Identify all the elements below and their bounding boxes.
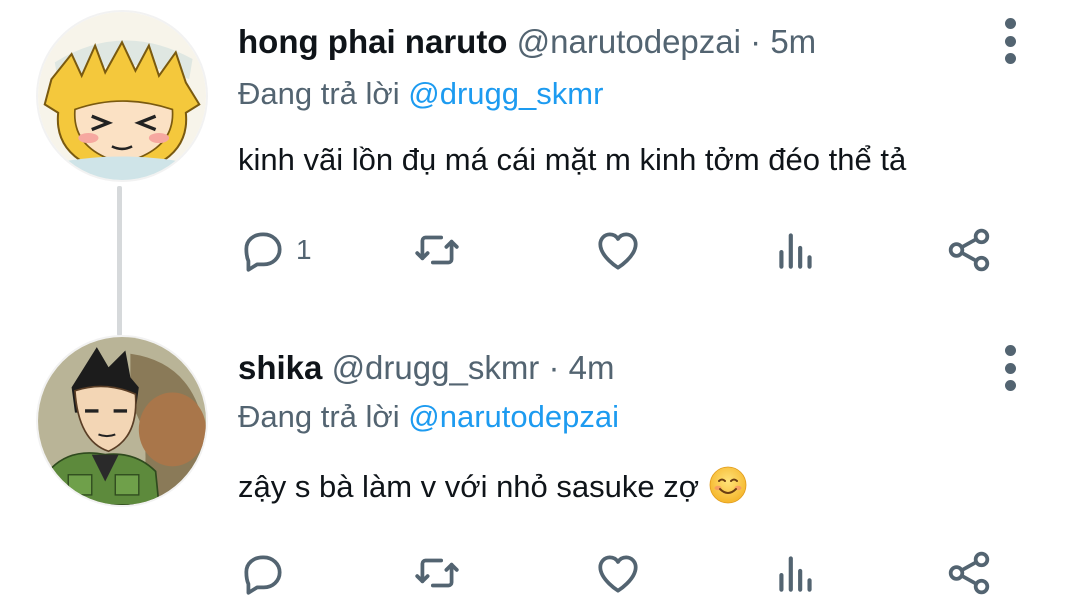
smiling-face-emoji-icon [709, 466, 747, 504]
reply-count: 1 [296, 234, 312, 265]
views-button[interactable] [771, 222, 821, 278]
reply-icon [244, 555, 282, 595]
retweet-icon [415, 235, 459, 265]
user-handle[interactable]: @narutodepzai [517, 23, 741, 60]
tweet-actions [238, 545, 1008, 601]
tweet-header: hong phai naruto @narutodepzai · 5m [238, 22, 970, 62]
retweet-button[interactable] [412, 545, 462, 601]
heart-icon [598, 232, 638, 270]
user-handle[interactable]: @drugg_skmr [332, 349, 540, 386]
timestamp[interactable]: 5m [770, 23, 816, 60]
replying-to-handle[interactable]: @drugg_skmr [408, 76, 603, 111]
share-icon [948, 551, 990, 595]
separator-dot: · [548, 349, 560, 386]
share-button[interactable] [944, 222, 994, 278]
like-button[interactable] [593, 545, 643, 601]
tweet-text: zậy s bà làm v với nhỏ sasuke zợ [238, 469, 700, 504]
replying-to-label: Đang trả lời [238, 399, 400, 434]
tweet-item[interactable]: shika @drugg_skmr · 4m Đang trả lời @nar… [0, 325, 1080, 601]
share-button[interactable] [944, 545, 994, 601]
reply-button[interactable]: 1 [238, 222, 312, 278]
replying-to-label: Đang trả lời [238, 76, 400, 111]
replying-to: Đang trả lời @narutodepzai [238, 397, 619, 437]
tweet-item[interactable]: hong phai naruto @narutodepzai · 5m Đang… [0, 0, 1080, 336]
retweet-button[interactable] [412, 222, 462, 278]
retweet-icon [415, 558, 459, 588]
tweet-actions: 1 [238, 222, 1008, 278]
thread-connector-line [117, 186, 122, 336]
separator-dot: · [750, 23, 762, 60]
shikamaru-avatar-icon [38, 337, 206, 505]
views-bar-chart-icon [779, 556, 812, 592]
heart-icon [598, 555, 638, 593]
avatar[interactable] [36, 10, 208, 182]
reply-button[interactable] [238, 545, 296, 601]
avatar[interactable] [36, 335, 208, 507]
more-options-icon[interactable] [994, 345, 1026, 391]
replying-to: Đang trả lời @drugg_skmr [238, 74, 603, 114]
views-bar-chart-icon [779, 233, 812, 269]
tweet-header: shika @drugg_skmr · 4m [238, 348, 970, 388]
display-name[interactable]: shika [238, 349, 322, 386]
naruto-avatar-icon [38, 12, 206, 180]
timestamp[interactable]: 4m [569, 349, 615, 386]
display-name[interactable]: hong phai naruto [238, 23, 507, 60]
more-options-icon[interactable] [994, 18, 1026, 64]
views-button[interactable] [771, 545, 821, 601]
tweet-text: kinh vãi lồn đụ má cái mặt m kinh tởm đé… [238, 142, 907, 177]
share-icon [948, 228, 990, 272]
reply-icon [244, 232, 282, 272]
like-button[interactable] [593, 222, 643, 278]
replying-to-handle[interactable]: @narutodepzai [408, 399, 619, 434]
tweet-text-container: zậy s bà làm v với nhỏ sasuke zợ [238, 465, 748, 507]
